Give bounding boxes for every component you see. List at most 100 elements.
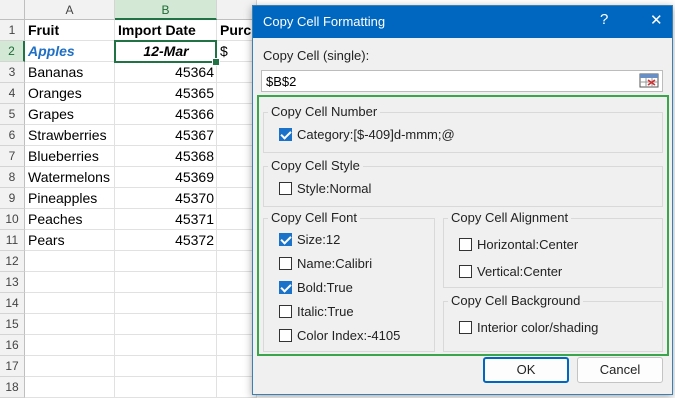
grid-cell[interactable]	[217, 146, 257, 167]
grid-cell[interactable]	[25, 335, 115, 356]
import-date-cell[interactable]: 45371	[115, 209, 217, 230]
select-all-corner[interactable]	[0, 0, 25, 20]
fill-handle[interactable]	[212, 58, 220, 66]
grid-cell[interactable]	[217, 314, 257, 335]
fruit-cell[interactable]: Bananas	[25, 62, 115, 83]
checkbox-box[interactable]	[459, 321, 472, 334]
active-cell-b2[interactable]	[114, 40, 217, 63]
checkbox-horizontal[interactable]: Horizontal:Center	[459, 237, 578, 252]
fruit-cell[interactable]: Watermelons	[25, 167, 115, 188]
grid-cell[interactable]	[217, 377, 257, 398]
fruit-cell[interactable]: Pineapples	[25, 188, 115, 209]
grid-cell[interactable]	[217, 104, 257, 125]
checkbox-box[interactable]	[279, 305, 292, 318]
grid-cell[interactable]	[217, 335, 257, 356]
row-header[interactable]: 6	[0, 125, 25, 146]
row-header[interactable]: 3	[0, 62, 25, 83]
dialog-titlebar[interactable]: Copy Cell Formatting ? ✕	[253, 6, 672, 38]
row-header[interactable]: 2	[0, 41, 25, 62]
import-date-cell[interactable]: 45368	[115, 146, 217, 167]
row-header[interactable]: 15	[0, 314, 25, 335]
grid-cell[interactable]	[115, 314, 217, 335]
import-date-cell[interactable]: 45370	[115, 188, 217, 209]
grid-cell[interactable]	[217, 251, 257, 272]
checkbox-box[interactable]	[459, 238, 472, 251]
row-header[interactable]: 11	[0, 230, 25, 251]
checkbox-size[interactable]: Size:12	[279, 232, 340, 247]
grid-cell[interactable]	[115, 251, 217, 272]
grid-cell[interactable]	[217, 209, 257, 230]
checkbox-style[interactable]: Style:Normal	[279, 181, 371, 196]
row-header[interactable]: 5	[0, 104, 25, 125]
row-header[interactable]: 18	[0, 377, 25, 398]
fruit-cell[interactable]: Strawberries	[25, 125, 115, 146]
header-cell-import-date[interactable]: Import Date	[115, 20, 217, 41]
checkbox-vertical[interactable]: Vertical:Center	[459, 264, 562, 279]
row-header[interactable]: 12	[0, 251, 25, 272]
grid-cell[interactable]	[217, 125, 257, 146]
checkbox-italic[interactable]: Italic:True	[279, 304, 354, 319]
row-header[interactable]: 10	[0, 209, 25, 230]
grid-cell[interactable]	[25, 272, 115, 293]
row-header[interactable]: 1	[0, 20, 25, 41]
checkbox-category[interactable]: Category:[$-409]d-mmm;@	[279, 127, 455, 142]
checkbox-box[interactable]	[279, 257, 292, 270]
checkbox-box[interactable]	[279, 329, 292, 342]
import-date-cell[interactable]: 45367	[115, 125, 217, 146]
import-date-cell[interactable]: 45365	[115, 83, 217, 104]
row-header[interactable]: 4	[0, 83, 25, 104]
grid-cell[interactable]	[115, 335, 217, 356]
fruit-cell[interactable]: Peaches	[25, 209, 115, 230]
grid-cell[interactable]	[217, 83, 257, 104]
row-header[interactable]: 13	[0, 272, 25, 293]
grid-cell[interactable]	[25, 377, 115, 398]
column-header-b[interactable]: B	[115, 0, 217, 20]
checkbox-bold[interactable]: Bold:True	[279, 280, 353, 295]
grid-cell[interactable]	[217, 230, 257, 251]
close-button[interactable]: ✕	[650, 11, 663, 29]
header-cell-fruit[interactable]: Fruit	[25, 20, 115, 41]
checkbox-interior[interactable]: Interior color/shading	[459, 320, 598, 335]
row-header[interactable]: 14	[0, 293, 25, 314]
grid-cell[interactable]	[115, 356, 217, 377]
checkbox-box[interactable]	[279, 128, 292, 141]
import-date-cell[interactable]: 45372	[115, 230, 217, 251]
grid-cell[interactable]	[217, 188, 257, 209]
grid-cell[interactable]	[217, 167, 257, 188]
checkbox-color-index[interactable]: Color Index:-4105	[279, 328, 400, 343]
grid-cell[interactable]	[115, 272, 217, 293]
checkbox-name[interactable]: Name:Calibri	[279, 256, 372, 271]
grid-cell[interactable]	[25, 293, 115, 314]
grid-cell[interactable]	[217, 62, 257, 83]
grid-cell[interactable]	[115, 377, 217, 398]
row-header[interactable]: 9	[0, 188, 25, 209]
row-header[interactable]: 17	[0, 356, 25, 377]
checkbox-box[interactable]	[279, 182, 292, 195]
fruit-cell[interactable]: Pears	[25, 230, 115, 251]
fruit-cell[interactable]: Apples	[25, 41, 115, 62]
fruit-cell[interactable]: Grapes	[25, 104, 115, 125]
checkbox-box[interactable]	[279, 281, 292, 294]
column-header-c[interactable]	[217, 0, 257, 20]
import-date-cell[interactable]: 45366	[115, 104, 217, 125]
header-cell-purch[interactable]: Purch	[217, 20, 257, 41]
grid-cell[interactable]	[217, 272, 257, 293]
grid-cell[interactable]	[217, 356, 257, 377]
checkbox-box[interactable]	[279, 233, 292, 246]
column-header-a[interactable]: A	[25, 0, 115, 20]
grid-cell[interactable]	[25, 356, 115, 377]
grid-cell[interactable]	[25, 251, 115, 272]
grid-cell[interactable]	[25, 314, 115, 335]
row-header[interactable]: 8	[0, 167, 25, 188]
help-button[interactable]: ?	[600, 11, 608, 28]
purchase-cell[interactable]: $	[217, 41, 257, 62]
grid-cell[interactable]	[115, 293, 217, 314]
fruit-cell[interactable]: Blueberries	[25, 146, 115, 167]
import-date-cell[interactable]: 45364	[115, 62, 217, 83]
import-date-cell[interactable]: 45369	[115, 167, 217, 188]
checkbox-box[interactable]	[459, 265, 472, 278]
range-select-icon[interactable]	[639, 73, 659, 88]
grid-cell[interactable]	[217, 293, 257, 314]
ok-button[interactable]: OK	[483, 357, 569, 383]
cancel-button[interactable]: Cancel	[577, 357, 663, 383]
